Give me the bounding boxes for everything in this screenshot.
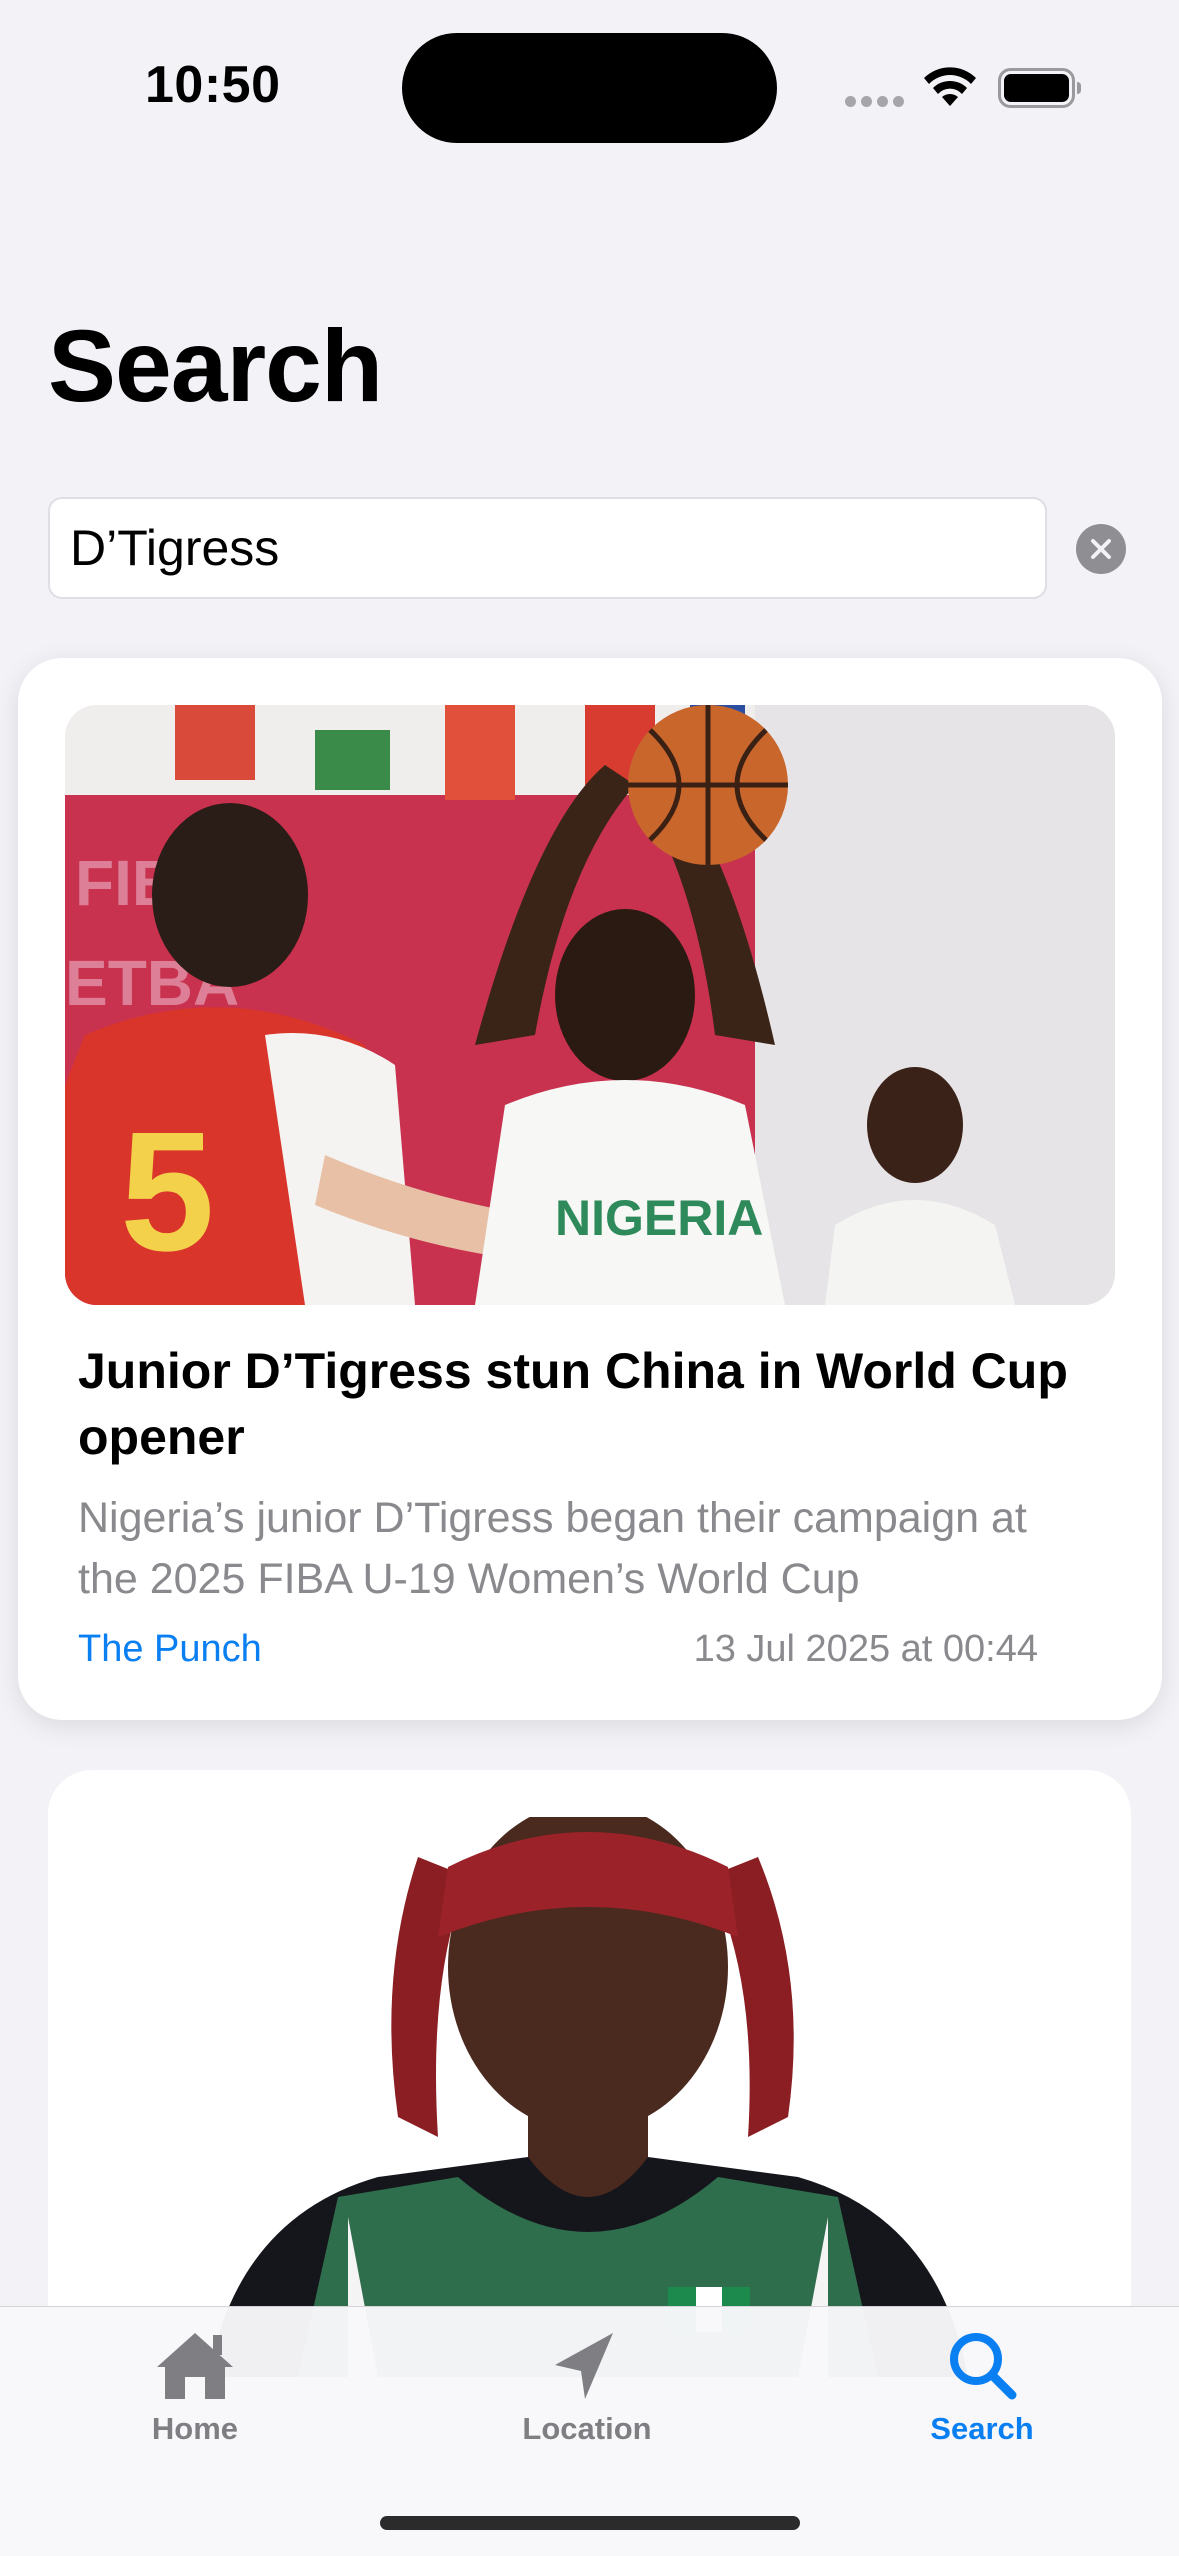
news-source[interactable]: The Punch — [78, 1628, 262, 1671]
tab-home[interactable]: Home — [75, 2329, 315, 2447]
tab-label: Home — [151, 2411, 239, 2446]
status-time: 10:50 — [145, 56, 281, 114]
battery-icon — [998, 68, 1081, 108]
clear-search-button[interactable] — [1076, 524, 1126, 574]
house-icon — [157, 2333, 233, 2399]
news-summary: Nigeria’s junior D’Tigress began their c… — [78, 1494, 1027, 1603]
page-title: Search — [48, 309, 383, 423]
search-field[interactable] — [48, 497, 1047, 599]
news-image — [48, 1817, 1131, 2377]
magnifying-glass-icon — [950, 2333, 1017, 2400]
location-arrow-icon — [555, 2333, 613, 2399]
news-date: 13 Jul 2025 at 00:44 — [693, 1628, 1038, 1670]
svg-text:5: 5 — [120, 1097, 215, 1287]
cellular-signal-icon — [845, 94, 909, 112]
close-icon — [1091, 539, 1111, 559]
home-indicator[interactable] — [380, 2516, 800, 2530]
dynamic-island — [402, 33, 777, 143]
search-input[interactable] — [70, 519, 1025, 577]
search-screen: 10:50 Search D’Tigress FIBA ETBA 5 NIGER… — [0, 0, 1179, 2556]
svg-text:NIGERIA: NIGERIA — [555, 1190, 763, 1246]
tab-search[interactable]: Search — [862, 2329, 1102, 2447]
tab-label: Search — [930, 2411, 1034, 2446]
news-card[interactable]: FIBA ETBA 5 NIGERIA Junior D’Tigress stu… — [18, 658, 1162, 1720]
tab-location[interactable]: Location — [467, 2329, 707, 2447]
tab-label: Location — [522, 2411, 652, 2446]
wifi-icon — [924, 67, 976, 106]
news-image: FIBA ETBA 5 NIGERIA — [65, 705, 1115, 1305]
news-title: Junior D’Tigress stun China in World Cup… — [78, 1343, 1068, 1465]
